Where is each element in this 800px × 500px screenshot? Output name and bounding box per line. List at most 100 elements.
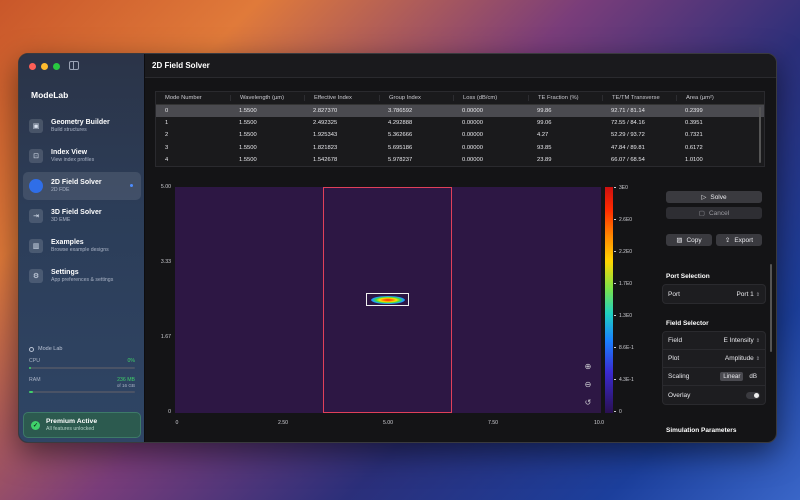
table-cell: 3.786592 [388,108,413,115]
table-cell: 5.695186 [388,144,413,151]
control-panel: ▷ Solve ▢ Cancel ▨ Copy ⇪ Export Port Select… [660,187,766,442]
sidebar-item-index-view[interactable]: ⊡ Index View View index profiles [23,142,141,170]
ram-bar-fill [29,391,34,393]
x-tick-label: 7.50 [487,420,499,426]
colorbar-tick: 2.6E0 [614,217,632,223]
premium-badge[interactable]: ✓ Premium Active All features unlocked [23,412,141,438]
mode-intensity-spot [366,293,409,306]
image-icon: ▨ [676,237,683,244]
table-cell: 0.00000 [462,132,483,139]
column-header[interactable]: Group Index [379,95,453,101]
colorbar-tick: 1.3E0 [614,313,632,319]
panel-scrollbar[interactable] [770,264,772,352]
table-cell: 2 [165,132,169,139]
scaling-db-option[interactable]: dB [746,372,760,381]
scaling-segmented: Linear dB [720,372,760,381]
solve-button[interactable]: ▷ Solve [666,191,762,203]
port-select[interactable]: Port 1 ⇕ [736,291,760,298]
premium-title: Premium Active [46,417,98,425]
colorbar-tick: 0 [614,409,622,415]
colorbar-tick: 8.6E-1 [614,345,634,351]
x-tick-label: 0 [175,420,179,426]
ram-total: of 16 GB [116,383,135,388]
sidebar-item-geometry-builder[interactable]: ▣ Geometry Builder Build structures [23,112,141,140]
y-tick-label: 0 [168,409,171,415]
premium-sub: All features unlocked [46,425,95,432]
table-cell: 1.5500 [239,120,257,127]
table-row[interactable]: 0 1.5500 2.827370 3.786592 0.00000 99.86 92.71… [156,105,764,118]
table-cell: 92.71 / 81.14 [611,108,645,115]
field-select[interactable]: E Intensity ⇕ [723,337,760,344]
active-indicator [130,184,133,187]
export-button[interactable]: ⇪ Export [716,234,762,246]
table-cell: 93.85 [537,144,552,151]
plot-label: Plot [668,355,680,362]
column-header[interactable]: TE Fraction (%) [528,95,602,101]
table-header: Mode Number Wavelength (µm) Effective Inde… [156,92,764,105]
column-header[interactable]: Wavelength (µm) [230,95,304,101]
zoom-button[interactable] [53,63,60,70]
field-heatmap[interactable] [175,187,601,413]
column-header[interactable]: Mode Number [156,95,230,101]
overlay-label: Overlay [668,391,691,399]
plot-select[interactable]: Amplitude ⇕ [725,355,760,362]
cpu-bar-fill [29,367,32,369]
field-label: Field [668,337,683,344]
table-cell: 1.5500 [239,108,257,115]
gear-icon: ⚙ [29,269,43,283]
table-row[interactable]: 2 1.5500 1.925343 5.362666 0.00000 4.27 52.29 … [156,129,764,141]
sidebar-item-2d-field-solver[interactable]: 2D Field Solver 2D FDE [23,172,141,200]
sidebar-item-sub: 2D FDE [51,187,70,193]
monitor-title: Mode Lab [38,346,63,352]
port-group: Port Port 1 ⇕ [662,284,766,304]
cancel-button[interactable]: ▢ Cancel [666,207,762,219]
zoom-in-icon[interactable]: ⊕ [583,361,593,371]
sidebar-item-label: 3D Field Solver [51,209,102,216]
cpu-value: 0% [127,358,136,364]
table-cell: 2.827370 [313,108,338,115]
reset-view-icon[interactable]: ↺ [583,397,593,407]
x-tick-label: 10.0 [593,420,605,426]
table-cell: 0.7321 [685,132,703,139]
table-cell: 3 [165,144,169,151]
colorbar-tick: 3E0 [614,185,628,191]
field-group: Field E Intensity ⇕ Plot Amplitude ⇕ Scali… [662,331,766,405]
index-icon: ⊡ [29,149,43,163]
colorbar [605,187,613,413]
table-body: 0 1.5500 2.827370 3.786592 0.00000 99.86 92.71… [156,105,764,166]
column-header[interactable]: Loss (dB/cm) [453,95,528,101]
zoom-out-icon[interactable]: ⊖ [583,379,593,389]
table-row[interactable]: 1 1.5500 2.492325 4.292888 0.00000 99.06 72.55… [156,117,764,129]
monitor-icon [29,346,34,352]
sidebar-item-3d-field-solver[interactable]: ⇥ 3D Field Solver 3D EME [23,202,141,230]
system-monitor: Mode Lab CPU 0% RAM 236 MB of 16 GB [29,346,135,393]
table-cell: 0.00000 [462,156,483,163]
table-row[interactable]: 4 1.5500 1.542678 5.978237 0.00000 23.89 66.07… [156,154,764,166]
port-label: Port [668,290,680,298]
table-cell: 1.821823 [313,144,338,151]
table-cell: 23.89 [537,156,552,163]
overlay-toggle[interactable] [746,391,760,399]
table-scrollbar[interactable] [759,107,761,163]
table-cell: 0.00000 [462,120,483,127]
column-header[interactable]: TE/TM Transverse [602,95,676,101]
table-cell: 1.5500 [239,132,257,139]
copy-button[interactable]: ▨ Copy [666,234,712,246]
table-row[interactable]: 3 1.5500 1.821823 5.695186 0.00000 93.85 47.84… [156,142,764,154]
minimize-button[interactable] [41,63,48,70]
mode-table: Mode Number Wavelength (µm) Effective Inde… [155,91,765,167]
table-cell: 1.5500 [239,144,257,151]
scaling-linear-option[interactable]: Linear [720,372,744,381]
sidebar-toggle-icon[interactable] [69,61,79,70]
column-header[interactable]: Effective Index [304,95,379,101]
port-selection-title: Port Selection [666,273,710,280]
sidebar-item-settings[interactable]: ⚙ Settings App preferences & settings [23,262,141,290]
close-button[interactable] [29,63,36,70]
table-cell: 66.07 / 68.54 [611,156,645,163]
sidebar-item-examples[interactable]: ▥ Examples Browse example designs [23,232,141,260]
y-tick-label: 3.33 [160,259,171,265]
table-cell: 0.2399 [685,108,703,115]
export-icon: ⇪ [724,237,731,244]
column-header[interactable]: Area (µm²) [676,95,746,101]
sidebar-item-label: Geometry Builder [51,119,110,126]
